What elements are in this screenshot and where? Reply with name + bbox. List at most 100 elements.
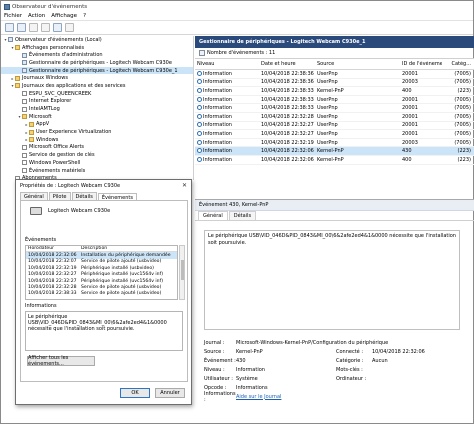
show-all-events-button[interactable]: Afficher tous les événements... (27, 355, 95, 367)
event-level-cell: Information (195, 122, 259, 128)
properties-icon[interactable] (65, 23, 74, 32)
events-scrollbar[interactable] (179, 245, 185, 300)
event-row[interactable]: Information 10/04/2018 22:32:06 Kernel-PnP… (195, 147, 474, 156)
logged-label: Connecté : (336, 348, 364, 355)
menu-affichage[interactable]: Affichage (51, 13, 77, 19)
filter-icon (22, 68, 27, 74)
event-level-cell: Information (195, 139, 259, 146)
menu-help[interactable]: ? (83, 13, 86, 19)
tree-item[interactable]: ▸ Journaux Windows (1, 74, 193, 82)
event-category-cell: (223) (457, 156, 471, 163)
tree-item-label: Événements matériels (29, 167, 86, 174)
tree-item-label: Microsoft Office Alerts (29, 144, 85, 151)
tree-item[interactable]: Microsoft Office Alerts (1, 144, 193, 152)
event-level-cell: Information (195, 70, 259, 77)
device-event-row[interactable]: 10/04/2018 22:32:27 Périphérique installé… (26, 272, 177, 278)
up-folder-icon[interactable] (29, 23, 38, 32)
tree-item[interactable]: Événements d'administration (1, 51, 193, 59)
col-niveau[interactable]: Niveau (195, 61, 259, 67)
filter-icon (22, 60, 27, 66)
event-date-cell: 10/04/2018 22:38:33 (261, 105, 314, 112)
col-category[interactable]: Catég... (442, 61, 474, 67)
tree-item[interactable]: ▾ Microsoft (1, 113, 193, 121)
tree-item[interactable]: ▾ Journaux des applications et des servic… (1, 82, 193, 90)
tree-item[interactable]: IntelAMTLog (1, 105, 193, 113)
event-row[interactable]: Information 10/04/2018 22:38:33 UserPnp 200… (195, 96, 474, 105)
menu-fichier[interactable]: Fichier (4, 13, 22, 19)
event-row[interactable]: Information 10/04/2018 22:38:36 UserPnp 200… (195, 79, 474, 88)
tree-item[interactable]: ESPU_SVC_QUEENCREEK (1, 90, 193, 98)
tab-details[interactable]: Détails (228, 211, 257, 220)
back-icon[interactable] (5, 23, 14, 32)
information-icon (197, 79, 202, 85)
event-level-cell: Information (195, 130, 259, 137)
col-timestamp[interactable]: Horodateur (26, 246, 81, 251)
tree-item[interactable]: ▸ User Experience Virtualization (1, 128, 193, 136)
tree-item[interactable]: ▸ Windows (1, 136, 193, 144)
folder-icon (15, 83, 20, 89)
event-row[interactable]: Information 10/04/2018 22:38:33 UserPnp 200… (195, 104, 474, 113)
tab-general[interactable]: Général (198, 211, 228, 220)
help-icon[interactable] (53, 23, 62, 32)
col-date[interactable]: Date et heure (259, 61, 315, 67)
menu-action[interactable]: Action (28, 13, 45, 19)
event-id-cell: 430 (402, 148, 412, 155)
device-event-row[interactable]: 10/04/2018 22:32:07 Service de pilote ajo… (26, 259, 177, 265)
device-event-row[interactable]: 10/04/2018 22:32:27 Périphérique installé… (26, 278, 177, 284)
tree-item[interactable]: Événements matériels (1, 167, 193, 175)
log-help-link[interactable]: Aide sur le Journal (236, 394, 281, 400)
folder-icon (15, 75, 20, 81)
event-row[interactable]: Information 10/04/2018 22:32:06 Kernel-PnP… (195, 156, 474, 165)
tree-item[interactable]: ▾ Observateur d'événements (Local) (1, 36, 193, 44)
grid-header: Niveau Date et heure Source ID de l'évén… (195, 59, 474, 70)
info-textbox[interactable]: Le périphérique USB\VID_046D&PID_0843&MI… (25, 311, 183, 351)
tree-item[interactable]: Gestionnaire de périphériques - Logitech… (1, 59, 193, 67)
information-icon (197, 139, 202, 145)
information-icon (197, 70, 202, 76)
event-category-cell: (7005) (454, 70, 471, 77)
user-label: Utilisateur : (204, 375, 233, 382)
col-source[interactable]: Source (315, 61, 400, 67)
event-source-cell: UserPnp (317, 130, 338, 137)
tree-item[interactable]: ▸ AppV (1, 121, 193, 129)
event-source-cell: Kernel-PnP (317, 156, 344, 163)
device-event-time: 10/04/2018 22:32:28 (28, 285, 77, 291)
event-row[interactable]: Information 10/04/2018 22:32:28 UserPnp 200… (195, 113, 474, 122)
event-row[interactable]: Information 10/04/2018 22:38:36 UserPnp 200… (195, 70, 474, 79)
forward-icon[interactable] (17, 23, 26, 32)
show-hide-tree-icon[interactable] (41, 23, 50, 32)
cancel-button[interactable]: Annuler (155, 388, 185, 398)
device-event-row[interactable]: 10/04/2018 22:32:28 Service de pilote ajo… (26, 284, 177, 290)
information-icon (197, 105, 202, 111)
event-row[interactable]: Information 10/04/2018 22:32:27 UserPnp 200… (195, 130, 474, 139)
tree-item[interactable]: Windows PowerShell (1, 159, 193, 167)
scrollbar-thumb[interactable] (181, 260, 184, 280)
event-viewer-icon (4, 3, 10, 10)
folder-icon (29, 129, 34, 135)
ok-button[interactable]: OK (120, 388, 150, 398)
col-event-id[interactable]: ID de l'événement (400, 61, 442, 67)
event-source-cell: UserPnp (317, 96, 338, 103)
device-event-row[interactable]: 10/04/2018 22:32:06 Installation du périp… (26, 252, 177, 259)
event-row[interactable]: Information 10/04/2018 22:38:33 Kernel-PnP… (195, 87, 474, 96)
source-value: Kernel-PnP (236, 348, 263, 355)
console-tree: ▾ Observateur d'événements (Local) ▾ Affich… (1, 36, 194, 181)
event-level-text: Information (203, 87, 232, 94)
device-event-row[interactable]: 10/04/2018 22:38:33 Service de pilote ajo… (26, 291, 177, 297)
opcode-value: Informations (236, 384, 268, 391)
log-icon (22, 168, 27, 174)
tree-item[interactable]: Internet Explorer (1, 98, 193, 106)
col-description[interactable]: Description (81, 246, 176, 251)
close-icon[interactable]: ✕ (182, 182, 187, 189)
event-row[interactable]: Information 10/04/2018 22:32:19 UserPnp 200… (195, 139, 474, 148)
tree-item[interactable]: ▾ Affichages personnalisés (1, 44, 193, 52)
tree-item[interactable]: Service de gestion de clés (1, 151, 193, 159)
device-event-row[interactable]: 10/04/2018 22:32:19 Périphérique installé… (26, 265, 177, 271)
event-category-cell: (7005) (454, 79, 471, 86)
device-event-desc: Service de pilote ajouté (usbvideo) (81, 259, 162, 265)
tree-item[interactable]: Gestionnaire de périphériques - Logitech… (1, 66, 193, 75)
event-row[interactable]: Information 10/04/2018 22:32:27 UserPnp 200… (195, 122, 474, 131)
event-category-cell: (223) (457, 87, 471, 94)
events-section-label: Événements (25, 237, 57, 243)
information-icon (197, 148, 202, 154)
